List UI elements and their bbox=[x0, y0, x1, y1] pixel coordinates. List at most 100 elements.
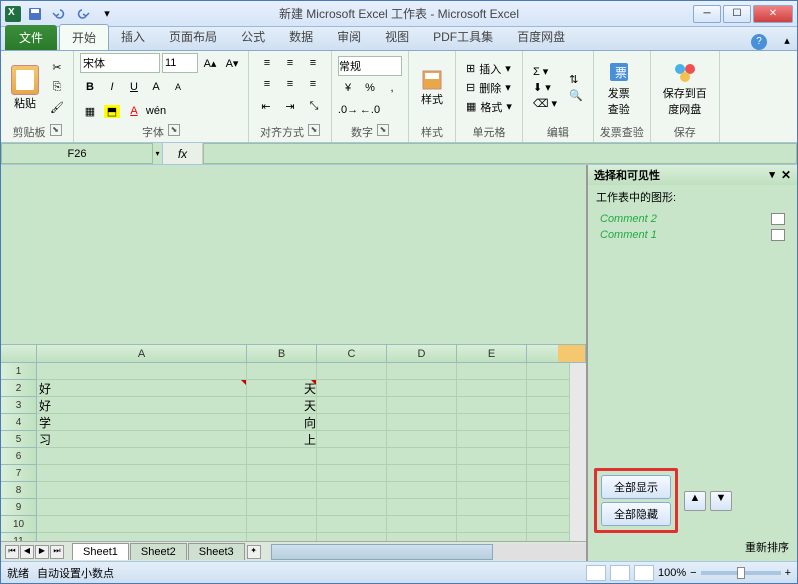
cell[interactable] bbox=[317, 465, 387, 482]
underline-button[interactable]: U bbox=[124, 77, 144, 97]
select-all-corner[interactable] bbox=[1, 345, 37, 362]
file-tab[interactable]: 文件 bbox=[5, 25, 57, 50]
cell[interactable]: 天 bbox=[247, 380, 317, 397]
cell[interactable] bbox=[317, 499, 387, 516]
column-header[interactable]: A bbox=[37, 345, 247, 362]
cell[interactable] bbox=[387, 465, 457, 482]
font-color-icon[interactable]: A bbox=[124, 101, 144, 121]
sheet-tab[interactable]: Sheet1 bbox=[72, 543, 129, 560]
cell[interactable] bbox=[457, 380, 527, 397]
cell[interactable] bbox=[457, 448, 527, 465]
column-header-f-partial[interactable] bbox=[558, 345, 586, 362]
cell[interactable] bbox=[37, 465, 247, 482]
shape-item[interactable]: Comment 2 bbox=[596, 211, 789, 227]
cell[interactable] bbox=[457, 499, 527, 516]
cell[interactable] bbox=[37, 533, 247, 542]
ribbon-tab[interactable]: 视图 bbox=[373, 24, 421, 50]
cell[interactable] bbox=[387, 448, 457, 465]
cell[interactable] bbox=[37, 499, 247, 516]
ribbon-tab[interactable]: 插入 bbox=[109, 24, 157, 50]
bold-button[interactable]: B bbox=[80, 77, 100, 97]
cell[interactable] bbox=[457, 363, 527, 380]
paste-button[interactable]: 粘贴 bbox=[7, 63, 43, 113]
cell[interactable] bbox=[317, 397, 387, 414]
align-center-icon[interactable]: ≡ bbox=[279, 74, 301, 94]
zoom-out-icon[interactable]: − bbox=[690, 567, 696, 579]
percent-icon[interactable]: % bbox=[360, 78, 380, 98]
sheet-tab[interactable]: Sheet3 bbox=[188, 543, 245, 560]
row-header[interactable]: 10 bbox=[1, 516, 37, 533]
panel-dropdown-icon[interactable]: ▾ bbox=[769, 168, 775, 182]
italic-button[interactable]: I bbox=[102, 77, 122, 97]
font-name-select[interactable] bbox=[80, 53, 160, 73]
last-sheet-icon[interactable]: ⏭ bbox=[50, 545, 64, 559]
cell[interactable] bbox=[387, 380, 457, 397]
align-middle-icon[interactable]: ≡ bbox=[279, 53, 301, 73]
align-left-icon[interactable]: ≡ bbox=[256, 74, 278, 94]
cell[interactable]: 习 bbox=[37, 431, 247, 448]
ribbon-tab[interactable]: 数据 bbox=[277, 24, 325, 50]
align-right-icon[interactable]: ≡ bbox=[302, 74, 324, 94]
increase-font-icon[interactable]: A▴ bbox=[200, 53, 220, 73]
cell[interactable] bbox=[247, 363, 317, 380]
clear-icon[interactable]: ⌫ ▾ bbox=[529, 96, 561, 111]
help-icon[interactable]: ? bbox=[751, 34, 767, 50]
cell[interactable] bbox=[317, 363, 387, 380]
cell[interactable] bbox=[387, 431, 457, 448]
page-layout-view-icon[interactable] bbox=[610, 565, 630, 581]
cell[interactable]: 好 bbox=[37, 397, 247, 414]
comma-icon[interactable]: , bbox=[382, 78, 402, 98]
undo-icon[interactable] bbox=[49, 4, 69, 24]
cell[interactable] bbox=[247, 499, 317, 516]
ribbon-minimize-icon[interactable]: ▴ bbox=[777, 30, 797, 50]
cell[interactable] bbox=[457, 431, 527, 448]
horizontal-scrollbar[interactable] bbox=[269, 544, 586, 560]
row-header[interactable]: 1 bbox=[1, 363, 37, 380]
column-header[interactable]: E bbox=[457, 345, 527, 362]
vertical-scrollbar[interactable] bbox=[570, 363, 586, 542]
visibility-toggle-icon[interactable] bbox=[771, 229, 785, 241]
row-header[interactable]: 4 bbox=[1, 414, 37, 431]
ribbon-tab[interactable]: 审阅 bbox=[325, 24, 373, 50]
save-icon[interactable] bbox=[25, 4, 45, 24]
move-up-icon[interactable]: ▲ bbox=[684, 491, 706, 511]
visibility-toggle-icon[interactable] bbox=[771, 213, 785, 225]
cell[interactable] bbox=[387, 533, 457, 542]
panel-close-icon[interactable]: ✕ bbox=[781, 168, 791, 182]
cell[interactable] bbox=[317, 431, 387, 448]
name-box-dropdown-icon[interactable]: ▾ bbox=[153, 143, 162, 164]
cell[interactable] bbox=[317, 516, 387, 533]
cut-icon[interactable]: ✂ bbox=[47, 59, 67, 77]
increase-font-alt[interactable]: A bbox=[146, 77, 166, 97]
cell[interactable]: 上 bbox=[247, 431, 317, 448]
ribbon-tab[interactable]: 开始 bbox=[59, 24, 109, 50]
maximize-button[interactable]: ☐ bbox=[723, 5, 751, 23]
ribbon-tab[interactable]: 公式 bbox=[229, 24, 277, 50]
increase-decimal-icon[interactable]: .0→ bbox=[338, 100, 358, 120]
cell[interactable] bbox=[387, 499, 457, 516]
hide-all-button[interactable]: 全部隐藏 bbox=[601, 502, 671, 526]
alignment-launcher[interactable]: ⬊ bbox=[308, 124, 320, 136]
increase-indent-icon[interactable]: ⇥ bbox=[279, 96, 301, 116]
close-button[interactable]: ✕ bbox=[753, 5, 793, 23]
cell[interactable] bbox=[457, 516, 527, 533]
first-sheet-icon[interactable]: ⏮ bbox=[5, 545, 19, 559]
autosum-icon[interactable]: Σ ▾ bbox=[529, 64, 561, 79]
cell[interactable] bbox=[387, 516, 457, 533]
row-header[interactable]: 5 bbox=[1, 431, 37, 448]
ribbon-tab[interactable]: 页面布局 bbox=[157, 24, 229, 50]
decrease-font-icon[interactable]: A▾ bbox=[222, 53, 242, 73]
cell[interactable] bbox=[247, 516, 317, 533]
cell[interactable] bbox=[317, 448, 387, 465]
row-header[interactable]: 7 bbox=[1, 465, 37, 482]
zoom-slider[interactable] bbox=[701, 571, 781, 575]
formula-input[interactable] bbox=[203, 143, 797, 164]
cell[interactable] bbox=[457, 397, 527, 414]
invoice-button[interactable]: 票 发票 查验 bbox=[600, 57, 638, 119]
cell[interactable] bbox=[37, 448, 247, 465]
column-header[interactable]: D bbox=[387, 345, 457, 362]
phonetic-icon[interactable]: wén bbox=[146, 101, 166, 121]
cell[interactable] bbox=[37, 363, 247, 380]
cell[interactable] bbox=[247, 533, 317, 542]
cell[interactable]: 向 bbox=[247, 414, 317, 431]
